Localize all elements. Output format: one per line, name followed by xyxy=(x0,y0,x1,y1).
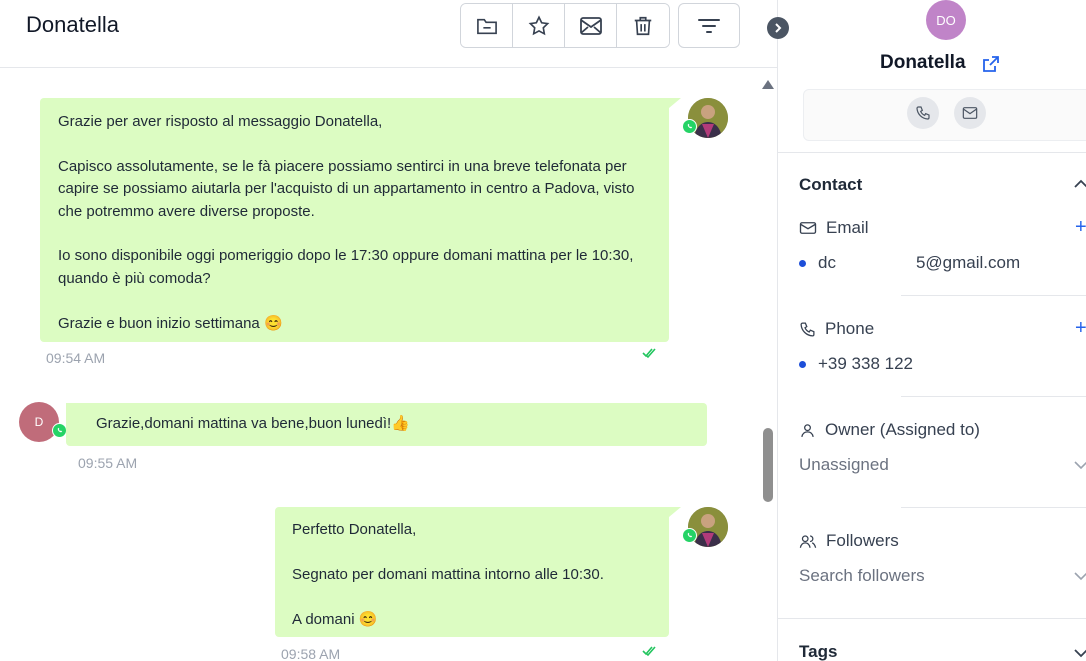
phone-icon xyxy=(800,321,815,337)
conversation-app: Donatella Grazie per aver risposto al me… xyxy=(0,0,1086,661)
owner-label: Owner (Assigned to) xyxy=(799,420,980,440)
email-label-text: Email xyxy=(826,218,869,237)
message-text: Perfetto Donatella, Segnato per domani m… xyxy=(292,521,604,628)
primary-dot xyxy=(799,360,806,368)
divider xyxy=(778,618,1086,619)
folder-icon xyxy=(476,18,497,34)
star-icon xyxy=(528,14,549,35)
chat-header: Donatella xyxy=(0,0,777,68)
whatsapp-icon xyxy=(52,423,67,438)
followers-label: Followers xyxy=(799,531,899,551)
trash-icon xyxy=(634,16,652,35)
chat-pane: Donatella Grazie per aver risposto al me… xyxy=(0,0,789,661)
chevron-up-icon[interactable] xyxy=(1074,179,1086,189)
chevron-down-icon[interactable] xyxy=(1074,460,1086,470)
divider xyxy=(901,507,1086,508)
phone-label-text: Phone xyxy=(825,319,875,338)
chat-title: Donatella xyxy=(26,12,119,37)
external-link-icon[interactable] xyxy=(981,54,1001,74)
bubble-tail xyxy=(669,507,681,517)
whatsapp-icon xyxy=(682,119,697,134)
message-time: 09:55 AM xyxy=(78,455,138,471)
folder-button[interactable] xyxy=(461,4,513,47)
owner-label-text: Owner (Assigned to) xyxy=(825,420,980,439)
add-phone-button[interactable]: + xyxy=(1075,317,1086,340)
contact-name: Donatella xyxy=(880,52,966,73)
phone-value[interactable]: +39 338 122 xyxy=(799,354,913,374)
email-label: Email xyxy=(799,218,869,238)
email-value[interactable]: dc 5@gmail.com xyxy=(799,253,1020,273)
followers-label-text: Followers xyxy=(826,531,899,550)
contact-avatar: D xyxy=(19,402,59,442)
mail-icon xyxy=(799,222,817,234)
phone-icon xyxy=(916,106,930,120)
user-icon xyxy=(801,423,814,437)
phone-label: Phone xyxy=(799,319,874,339)
scroll-up-arrow[interactable] xyxy=(762,80,774,89)
owner-select[interactable]: Unassigned xyxy=(799,455,889,475)
double-check-icon xyxy=(642,646,656,657)
filter-button[interactable] xyxy=(678,3,740,48)
mail-icon xyxy=(579,16,602,35)
filter-icon xyxy=(698,18,720,33)
mail-button[interactable] xyxy=(565,4,617,47)
double-check-icon xyxy=(642,348,656,359)
chevron-down-icon[interactable] xyxy=(1074,648,1086,658)
email-suffix: 5@gmail.com xyxy=(915,253,1021,272)
primary-dot xyxy=(799,259,806,267)
phone-number: +39 338 122 xyxy=(818,354,914,373)
users-icon xyxy=(799,534,817,548)
tags-section-title[interactable]: Tags xyxy=(799,642,837,661)
contact-avatar: DO xyxy=(926,0,966,40)
contact-actions xyxy=(803,89,1086,141)
contact-section-title: Contact xyxy=(799,175,863,194)
add-email-button[interactable]: + xyxy=(1075,216,1086,239)
message-text: Grazie per aver risposto al messaggio Do… xyxy=(58,113,635,332)
call-button[interactable] xyxy=(907,97,939,129)
chevron-right-icon xyxy=(775,23,782,33)
message-time: 09:58 AM xyxy=(281,646,341,661)
star-button[interactable] xyxy=(513,4,565,47)
message-time: 09:54 AM xyxy=(46,350,106,366)
bubble-tail xyxy=(669,98,681,108)
email-prefix: dc xyxy=(818,253,836,272)
delete-button[interactable] xyxy=(617,4,669,47)
collapse-panel-button[interactable] xyxy=(767,17,789,39)
toolbar-group xyxy=(460,3,670,48)
followers-search[interactable]: Search followers xyxy=(799,566,925,586)
mail-icon xyxy=(962,107,978,119)
scrollbar-thumb[interactable] xyxy=(763,428,773,502)
contact-panel: DO Donatella Contact Email + dc 5@gmail.… xyxy=(777,0,1086,661)
email-button[interactable] xyxy=(954,97,986,129)
message-bubble-incoming: Grazie,domani mattina va bene,buon luned… xyxy=(66,403,707,446)
message-bubble-outgoing: Perfetto Donatella, Segnato per domani m… xyxy=(275,507,669,637)
message-bubble-outgoing: Grazie per aver risposto al messaggio Do… xyxy=(40,98,669,342)
message-text: Grazie,domani mattina va bene,buon luned… xyxy=(96,415,410,432)
whatsapp-icon xyxy=(682,528,697,543)
chevron-down-icon[interactable] xyxy=(1074,571,1086,581)
divider xyxy=(901,295,1086,296)
redacted-area xyxy=(835,254,916,272)
divider xyxy=(901,396,1086,397)
divider xyxy=(778,152,1086,153)
